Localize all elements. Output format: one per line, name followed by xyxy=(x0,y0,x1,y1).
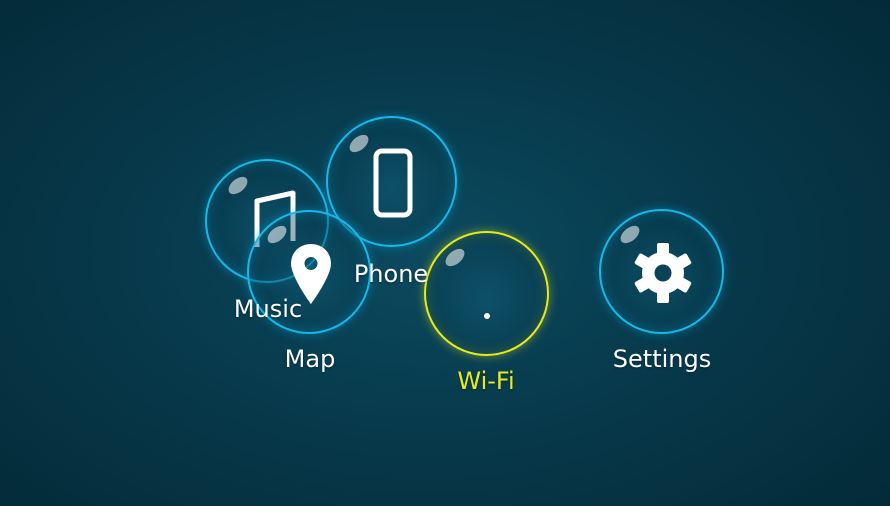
gear-icon xyxy=(634,243,692,303)
phone-label[interactable]: Phone xyxy=(354,260,428,288)
wifi-label[interactable]: Wi-Fi xyxy=(457,367,514,395)
app-launcher-screen: Phone Music Map Wi-Fi Settings xyxy=(0,0,890,506)
bubble-glare xyxy=(442,245,468,270)
settings-bubble[interactable] xyxy=(599,209,724,334)
bubble-glare xyxy=(264,222,290,247)
bubble-glare xyxy=(225,173,251,198)
music-label[interactable]: Music xyxy=(234,295,302,323)
wifi-bubble[interactable] xyxy=(424,231,549,356)
phone-icon xyxy=(373,148,413,218)
wifi-icon xyxy=(484,313,490,319)
map-label[interactable]: Map xyxy=(285,345,336,373)
settings-label[interactable]: Settings xyxy=(613,345,711,373)
bubble-glare xyxy=(346,131,372,156)
